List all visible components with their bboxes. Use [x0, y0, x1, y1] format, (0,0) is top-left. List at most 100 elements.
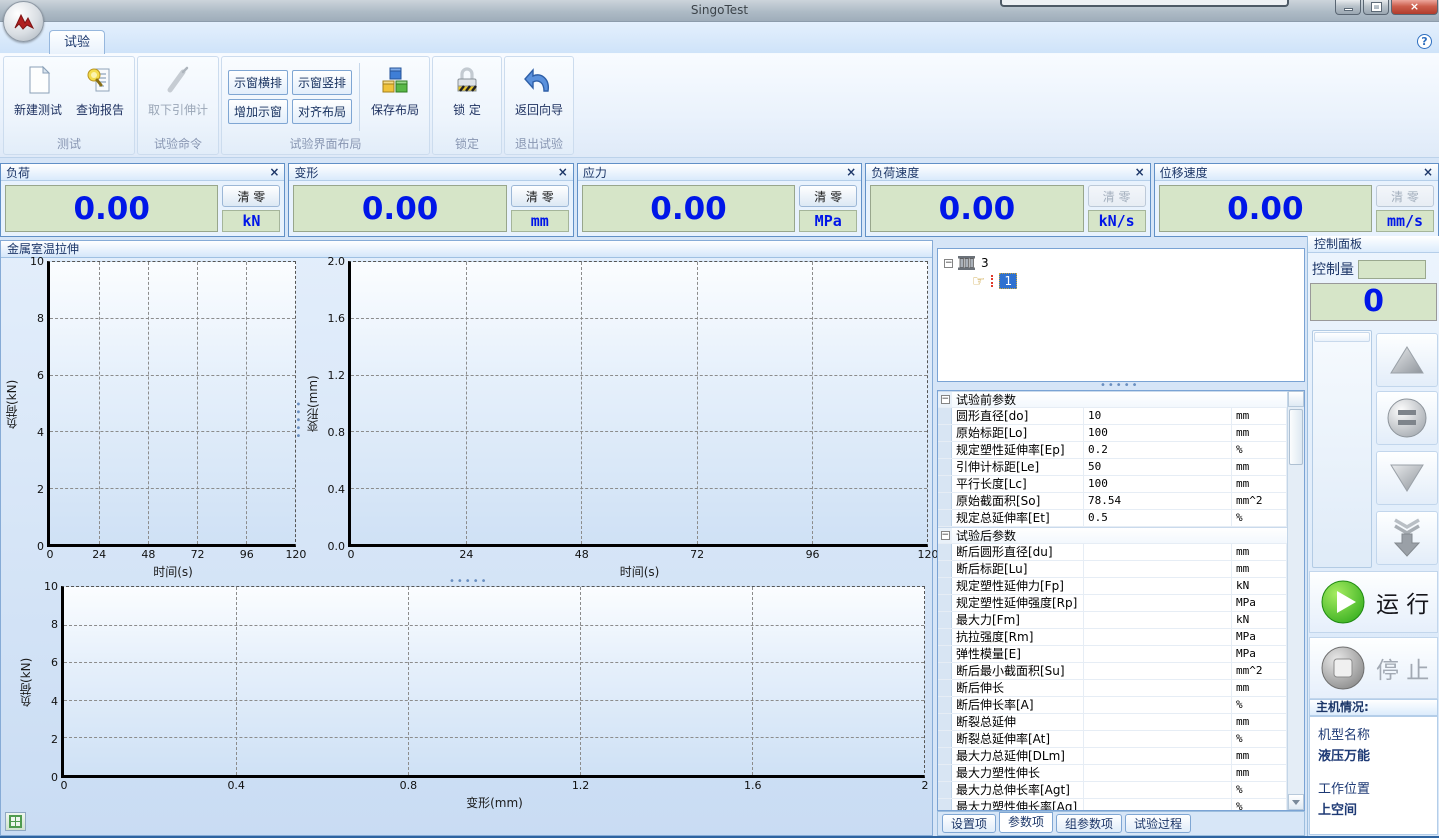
jog-up-button[interactable] — [1376, 333, 1438, 387]
param-unit: mm^2 — [1232, 663, 1287, 679]
help-icon[interactable]: ? — [1417, 34, 1432, 49]
param-unit: % — [1232, 799, 1287, 810]
new-test-button[interactable]: 新建测试 — [8, 59, 68, 135]
ribbon: 新建测试 查询报告 测试 — [0, 54, 1439, 158]
clear-zero-button[interactable]: 清 零 — [511, 185, 569, 207]
table-scrollbar[interactable] — [1287, 391, 1304, 810]
remove-extensometer-button[interactable]: 取下引伸计 — [142, 59, 214, 135]
up-arrow-icon — [1387, 343, 1427, 377]
tree-child-node[interactable]: ☞ 1 — [972, 272, 1298, 290]
expander-icon[interactable]: − — [941, 395, 950, 404]
param-value[interactable]: 50 — [1084, 459, 1232, 475]
ribbon-group-exit: 返回向导 退出试验 — [504, 56, 574, 155]
scroll-thumb[interactable] — [1289, 409, 1303, 465]
param-value[interactable]: 100 — [1084, 425, 1232, 441]
param-tab[interactable]: 试验过程 — [1125, 814, 1191, 833]
gauge-title: 位移速度 — [1160, 164, 1208, 181]
param-value[interactable]: 0.2 — [1084, 442, 1232, 458]
query-report-button[interactable]: 查询报告 — [70, 59, 130, 135]
param-value[interactable] — [1084, 765, 1232, 781]
lock-button[interactable]: 锁 定 — [437, 59, 497, 135]
x-axis-label: 变形(mm) — [64, 794, 925, 810]
gauge-panel: 位移速度 × 0.00 清 零 mm/s — [1154, 163, 1439, 237]
vertical-splitter[interactable]: ••••• — [297, 401, 303, 441]
tree-table-splitter[interactable]: ••••• — [1100, 384, 1140, 388]
layout-option-button[interactable]: 示窗横排 — [228, 70, 288, 95]
work-position-value: 上空间 — [1318, 799, 1429, 818]
control-amount-input[interactable] — [1358, 260, 1426, 279]
param-tab[interactable]: 设置项 — [942, 814, 996, 833]
param-value[interactable] — [1084, 595, 1232, 611]
expander-icon[interactable]: − — [941, 531, 950, 540]
run-button[interactable]: 运 行 — [1309, 571, 1438, 633]
param-name: 圆形直径[do] — [952, 408, 1084, 424]
app-logo[interactable] — [3, 1, 44, 42]
param-value[interactable] — [1084, 544, 1232, 560]
param-value[interactable] — [1084, 697, 1232, 713]
param-row: 最大力总伸长率[Agt] % — [938, 782, 1287, 799]
param-value[interactable] — [1084, 680, 1232, 696]
clear-zero-button[interactable]: 清 零 — [222, 185, 280, 207]
minimize-button[interactable] — [1335, 0, 1361, 15]
tree-root-label[interactable]: 3 — [981, 256, 989, 270]
layout-option-button[interactable]: 示窗竖排 — [292, 70, 352, 95]
save-layout-button[interactable]: 保存布局 — [365, 59, 425, 135]
param-value[interactable] — [1084, 714, 1232, 730]
param-tab[interactable]: 组参数项 — [1056, 814, 1122, 833]
expander-icon[interactable]: − — [944, 259, 953, 268]
param-value[interactable]: 78.54 — [1084, 493, 1232, 509]
scroll-up-arrow[interactable] — [1288, 391, 1304, 407]
tree-root-node[interactable]: − 3 — [944, 254, 1298, 272]
clear-zero-button[interactable]: 清 零 — [1088, 185, 1146, 207]
clear-zero-button[interactable]: 清 零 — [799, 185, 857, 207]
param-unit: mm — [1232, 425, 1287, 441]
param-value[interactable] — [1084, 663, 1232, 679]
x-axis-label: 时间(s) — [351, 563, 928, 579]
param-value[interactable] — [1084, 561, 1232, 577]
param-gutter — [938, 459, 952, 475]
restore-button[interactable] — [1363, 0, 1389, 15]
gauge-titlebar: 负荷速度 × — [866, 164, 1149, 181]
param-gutter — [938, 765, 952, 781]
stop-button[interactable]: 停 止 — [1309, 637, 1438, 699]
param-value[interactable]: 100 — [1084, 476, 1232, 492]
param-value[interactable] — [1084, 528, 1232, 543]
param-gutter — [938, 799, 952, 810]
param-value[interactable] — [1084, 748, 1232, 764]
layout-option-button[interactable]: 增加示窗 — [228, 99, 288, 124]
horizontal-splitter[interactable]: ••••• — [449, 580, 489, 584]
close-button[interactable]: × — [1391, 0, 1438, 15]
param-value[interactable] — [1084, 392, 1232, 407]
close-icon[interactable]: × — [269, 165, 279, 179]
param-name: 最大力总延伸[DLm] — [952, 748, 1084, 764]
grid-layout-button[interactable] — [5, 812, 26, 831]
layout-option-button[interactable]: 对齐布局 — [292, 99, 352, 124]
param-value[interactable]: 10 — [1084, 408, 1232, 424]
param-value[interactable] — [1084, 646, 1232, 662]
param-value[interactable] — [1084, 612, 1232, 628]
control-step-list[interactable] — [1312, 330, 1372, 568]
fast-down-button[interactable] — [1376, 511, 1438, 565]
param-row: 原始标距[Lo] 100 mm — [938, 425, 1287, 442]
hold-button[interactable] — [1376, 391, 1438, 445]
tab-test[interactable]: 试验 — [49, 30, 105, 54]
param-value[interactable] — [1084, 629, 1232, 645]
tree-child-label-selected[interactable]: 1 — [999, 273, 1017, 289]
close-icon[interactable]: × — [1135, 165, 1145, 179]
close-icon[interactable]: × — [1423, 165, 1433, 179]
param-tab[interactable]: 参数项 — [999, 812, 1053, 833]
back-wizard-button[interactable]: 返回向导 — [509, 59, 569, 135]
clear-zero-button[interactable]: 清 零 — [1376, 185, 1434, 207]
chart-deform-time: 变形(mm) 2.01.61.20.80.40.0 024487296120 时… — [304, 261, 928, 579]
param-value[interactable]: 0.5 — [1084, 510, 1232, 526]
jog-down-button[interactable] — [1376, 451, 1438, 505]
param-row: 断后标距[Lu] mm — [938, 561, 1287, 578]
param-value[interactable] — [1084, 731, 1232, 747]
scroll-down-arrow[interactable] — [1288, 794, 1304, 810]
close-icon[interactable]: × — [846, 165, 856, 179]
param-value[interactable] — [1084, 782, 1232, 798]
close-icon[interactable]: × — [558, 165, 568, 179]
y-axis-label: 负荷(kN) — [3, 261, 19, 547]
param-value[interactable] — [1084, 799, 1232, 810]
param-value[interactable] — [1084, 578, 1232, 594]
